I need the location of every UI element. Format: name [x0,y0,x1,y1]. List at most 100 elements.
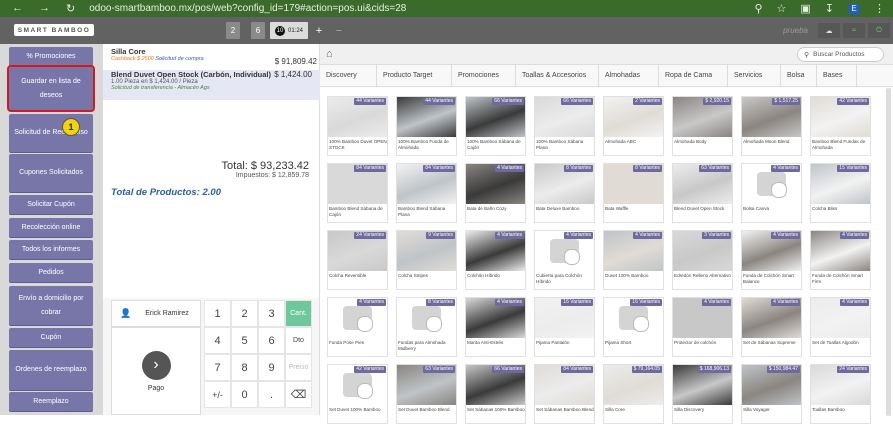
zoom-icon[interactable]: ⚲ [754,2,762,15]
customer-button[interactable]: 👤 Erick Ramirez [111,300,201,327]
forward-icon[interactable]: → [39,2,50,15]
product-card[interactable]: 4 Variantes Bolsa Canva [741,163,802,223]
product-card[interactable]: $ 1,517.25 Almohada Moon Blend [741,96,802,156]
product-card[interactable]: 9 Variantes Colcha Stripes [396,230,457,290]
product-card[interactable]: 4 Variantes Funda de Colchón Smart Firm [810,230,871,290]
product-card[interactable]: 84 Variantes Bamboo Blend Sábana Plana [396,163,457,223]
add-order-button[interactable]: + [312,22,326,39]
product-card[interactable]: 84 Variantes Set Sábanas Bamboo Blend [534,364,595,424]
payment-button[interactable]: › Pago [111,327,201,415]
product-card[interactable]: 8 Variantes Fundas para Almohada Mulberry [396,297,457,357]
product-card[interactable]: 2 Variantes Almohada ABC [603,96,664,156]
product-card[interactable]: 4 Variantes Set de Sábanas Supreme [741,297,802,357]
refund-request-button[interactable]: Solicitud de Reembolso [9,114,93,152]
product-card[interactable]: 42 Variantes Set Duvet 100% Bamboo [327,364,388,424]
category-3[interactable]: Toallas & Accesorios [516,65,599,86]
product-card[interactable]: 42 Variantes Bamboo Blend Fundas de Almoh… [810,96,871,156]
star-icon[interactable]: ☆ [777,2,787,15]
numpad-key-7[interactable]: 7 [204,354,231,381]
profile-avatar[interactable]: E [848,2,860,15]
category-6[interactable]: Servicios [728,65,781,86]
numpad-key-2[interactable]: 2 [231,300,258,327]
product-card[interactable]: $ 79,164.05 Silla Core [603,364,664,424]
product-card[interactable]: $ 2,920.15 Almohada Body [672,96,733,156]
mode-discount-button[interactable]: Dto [285,327,312,354]
online-pickup-button[interactable]: Recolección online [9,218,93,237]
product-card[interactable]: 44 Variantes 100% Bamboo Funda de Almohad… [396,96,457,156]
product-card[interactable]: 66 Variantes 100% Bamboo Sábana Plana [534,96,595,156]
order-tab[interactable]: 6 [251,22,265,39]
product-card[interactable]: 24 Variantes Colcha Reversible [327,230,388,290]
order-line-selected[interactable]: Blend Duvet Open Stock (Carbón, Individu… [103,70,320,100]
order-tab[interactable]: 2 [226,22,240,39]
numpad-dot-button[interactable]: . [258,381,285,408]
category-1[interactable]: Producto Target [377,65,452,86]
product-card[interactable]: 44 Variantes 100% Bamboo Duvet OPEN STOCK [327,96,388,156]
home-icon[interactable]: ⌂ [326,48,333,60]
numpad-key-6[interactable]: 6 [258,327,285,354]
numpad-key-4[interactable]: 4 [204,327,231,354]
search-input[interactable]: ⚲ Buscar Productos [797,47,884,62]
wishlist-button[interactable]: Guardar en lista de deseos [7,65,95,112]
product-card[interactable]: 66 Variantes 100% Bamboo Sábana de Cajón [465,96,526,156]
menu-icon[interactable]: ⋮ [874,2,885,15]
category-4[interactable]: Almohadas [599,65,659,86]
product-card[interactable]: 63 Variantes Blend Duvet Open Stock [672,163,733,223]
product-card[interactable]: 15 Variantes Colcha Bliss [810,163,871,223]
replacement-button[interactable]: Reemplazo [9,392,93,411]
product-card[interactable]: 84 Variantes Bamboo Blend Sábana de Cajón [327,163,388,223]
product-card[interactable]: 8 Variantes Bata Waffle [603,163,664,223]
reload-icon[interactable]: ↻ [66,2,75,15]
backspace-button[interactable]: ⌫ [285,381,312,408]
product-card[interactable]: 4 Variantes Bata de Baño Cozy [465,163,526,223]
request-coupon-button[interactable]: Solicitar Cupón [9,195,93,214]
cod-delivery-button[interactable]: Envío a domicilio por cobrar [9,286,93,325]
category-2[interactable]: Promociones [452,65,516,86]
product-card[interactable]: 3 Variantes Edredón Relleno Alternativo [672,230,733,290]
product-card[interactable]: 4 Variantes Duvet 100% Bamboo [603,230,664,290]
category-5[interactable]: Ropa de Cama [659,65,728,86]
product-card[interactable]: 4 Variantes Funda de Colchón Smart Balanc… [741,230,802,290]
order-tab-active[interactable]: 10 01:24 [270,22,308,39]
back-icon[interactable]: ← [12,2,23,15]
category-8[interactable]: Bases [817,65,857,86]
product-card[interactable]: 16 Variantes Pijama Short [603,297,664,357]
mode-quantity-button[interactable]: Cant. [285,300,312,327]
wifi-icon[interactable]: ≈ [843,23,865,38]
product-card[interactable]: 4 Variantes Funda Pose Pies [327,297,388,357]
numpad-key-8[interactable]: 8 [231,354,258,381]
product-scrollbar[interactable] [886,88,891,416]
product-card[interactable]: 63 Variantes Set Duvet Bamboo Blend [396,364,457,424]
product-card[interactable]: 4 Variantes Colchón Híbrido [465,230,526,290]
numpad-sign-button[interactable]: +/- [204,381,231,408]
numpad-key-5[interactable]: 5 [231,327,258,354]
orders-button[interactable]: Pedidos [9,263,93,282]
replacement-orders-button[interactable]: Ordenes de reemplazo [9,350,93,390]
product-card[interactable]: 16 Variantes Pijama Pantalón [534,297,595,357]
close-session-icon[interactable]: ⏻ [868,23,890,38]
numpad-key-1[interactable]: 1 [204,300,231,327]
download-icon[interactable]: ↧ [825,2,834,15]
product-card[interactable]: 4 Variantes Set de Toallas Algodón [810,297,871,357]
sync-icon[interactable]: ☁ [818,23,840,38]
all-reports-button[interactable]: Todos los informes [9,240,93,259]
order-line[interactable]: Silla Core $ 91,809.42 Cashback $ 2500 S… [111,47,317,69]
product-card[interactable]: 4 Variantes Protector de colchón [672,297,733,357]
product-card[interactable]: 66 Variantes Set Sábanas 100% Bamboo [465,364,526,424]
numpad-key-0[interactable]: 0 [231,381,258,408]
promotions-button[interactable]: % Promociones [9,47,93,66]
category-0[interactable]: Discovery [320,65,377,86]
product-card[interactable]: 4 Variantes Manta Anti-Estrés [465,297,526,357]
extensions-icon[interactable]: ▣ [800,2,810,15]
product-card[interactable]: $ 168,906.13 Silla Discovery [672,364,733,424]
address-bar[interactable]: odoo-smartbamboo.mx/pos/web?config_id=17… [89,3,406,14]
product-card[interactable]: $ 150,984.47 Silla Voyager [741,364,802,424]
requested-coupons-button[interactable]: Cupones Solicitados [9,154,93,192]
numpad-key-3[interactable]: 3 [258,300,285,327]
product-card[interactable]: 8 Variantes Bata Deluxe Bamboo [534,163,595,223]
product-card[interactable]: 4 Variantes Cubierta para Colchón Híbrido [534,230,595,290]
category-7[interactable]: Bolsa [781,65,817,86]
remove-order-button[interactable]: − [332,22,346,39]
product-card[interactable]: 24 Variantes Toallas Bamboo [810,364,871,424]
coupon-button[interactable]: Cupón [9,328,93,347]
